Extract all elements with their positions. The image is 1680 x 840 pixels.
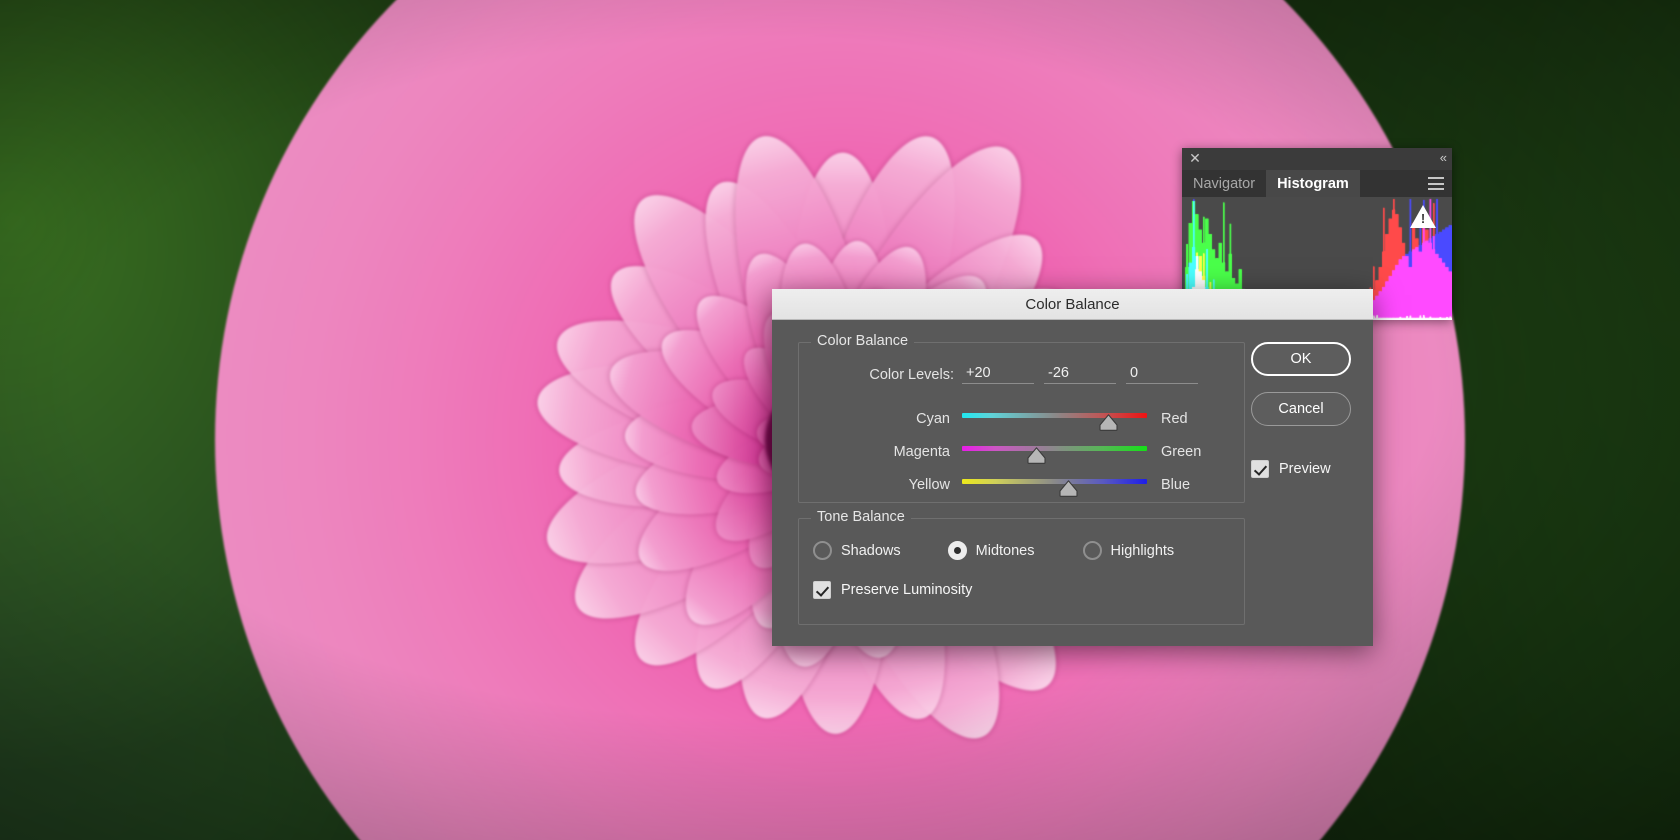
yellow-label: Yellow (799, 477, 962, 493)
magenta-green-slider[interactable] (962, 440, 1147, 464)
ok-button[interactable]: OK (1251, 342, 1351, 376)
radio-highlights-icon[interactable] (1083, 541, 1102, 560)
yellow-blue-track[interactable] (962, 479, 1147, 484)
radio-highlights[interactable]: Highlights (1083, 541, 1175, 560)
cyan-red-thumb[interactable] (1099, 414, 1118, 431)
magenta-label: Magenta (799, 444, 962, 460)
dialog-title: Color Balance (1025, 296, 1119, 313)
magenta-green-level-input[interactable]: -26 (1044, 365, 1116, 384)
yellow-blue-slider[interactable] (962, 473, 1147, 497)
color-balance-dialog[interactable]: Color Balance Color Balance Color Levels… (772, 289, 1373, 646)
dialog-actions: OK Cancel Preview (1251, 342, 1351, 478)
cyan-red-track[interactable] (962, 413, 1147, 418)
color-balance-group: Color Balance Color Levels: +20 -26 0 Cy… (798, 342, 1245, 503)
checkbox-checked-icon[interactable] (813, 581, 831, 599)
preserve-luminosity-checkbox[interactable]: Preserve Luminosity (813, 581, 972, 599)
checkbox-checked-icon[interactable] (1251, 460, 1269, 478)
collapse-panel-icon[interactable]: « (1440, 150, 1446, 166)
yellow-blue-level-input[interactable]: 0 (1126, 365, 1198, 384)
radio-midtones[interactable]: Midtones (948, 541, 1035, 560)
radio-shadows-icon[interactable] (813, 541, 832, 560)
tab-navigator[interactable]: Navigator (1182, 170, 1266, 197)
cancel-button[interactable]: Cancel (1251, 392, 1351, 426)
tab-histogram[interactable]: Histogram (1266, 170, 1360, 197)
radio-shadows-label: Shadows (841, 543, 901, 559)
radio-shadows[interactable]: Shadows (813, 541, 901, 560)
cached-data-warning-icon[interactable] (1410, 205, 1436, 228)
magenta-green-slider-row: Magenta Green (799, 438, 1244, 466)
radio-highlights-label: Highlights (1111, 543, 1175, 559)
panel-title-bar: ✕ « (1182, 148, 1452, 170)
radio-midtones-icon[interactable] (948, 541, 967, 560)
color-levels-row: Color Levels: +20 -26 0 (799, 365, 1244, 384)
cyan-red-slider[interactable] (962, 407, 1147, 431)
tone-balance-group: Tone Balance Shadows Midtones Highlights (798, 518, 1245, 625)
preview-checkbox[interactable]: Preview (1251, 460, 1351, 478)
yellow-blue-thumb[interactable] (1059, 480, 1078, 497)
preview-label: Preview (1279, 461, 1331, 477)
red-label: Red (1147, 411, 1225, 427)
cyan-red-level-input[interactable]: +20 (962, 365, 1034, 384)
color-levels-label: Color Levels: (799, 367, 962, 383)
blue-label: Blue (1147, 477, 1225, 493)
preserve-luminosity-label: Preserve Luminosity (841, 582, 972, 598)
radio-midtones-label: Midtones (976, 543, 1035, 559)
green-label: Green (1147, 444, 1225, 460)
cyan-red-slider-row: Cyan Red (799, 405, 1244, 433)
panel-menu-icon[interactable] (1428, 177, 1444, 190)
yellow-blue-slider-row: Yellow Blue (799, 471, 1244, 499)
cyan-label: Cyan (799, 411, 962, 427)
color-balance-group-legend: Color Balance (811, 333, 914, 349)
dialog-body: Color Balance Color Levels: +20 -26 0 Cy… (772, 320, 1373, 646)
tone-balance-group-legend: Tone Balance (811, 509, 911, 525)
panel-tabs: Navigator Histogram (1182, 170, 1452, 197)
close-icon[interactable]: ✕ (1188, 151, 1202, 165)
magenta-green-thumb[interactable] (1027, 447, 1046, 464)
dialog-title-bar: Color Balance (772, 289, 1373, 320)
tone-balance-radio-group: Shadows Midtones Highlights (799, 541, 1244, 560)
screen: ✕ « Navigator Histogram Color Balance Co… (0, 0, 1680, 840)
magenta-green-track[interactable] (962, 446, 1147, 451)
